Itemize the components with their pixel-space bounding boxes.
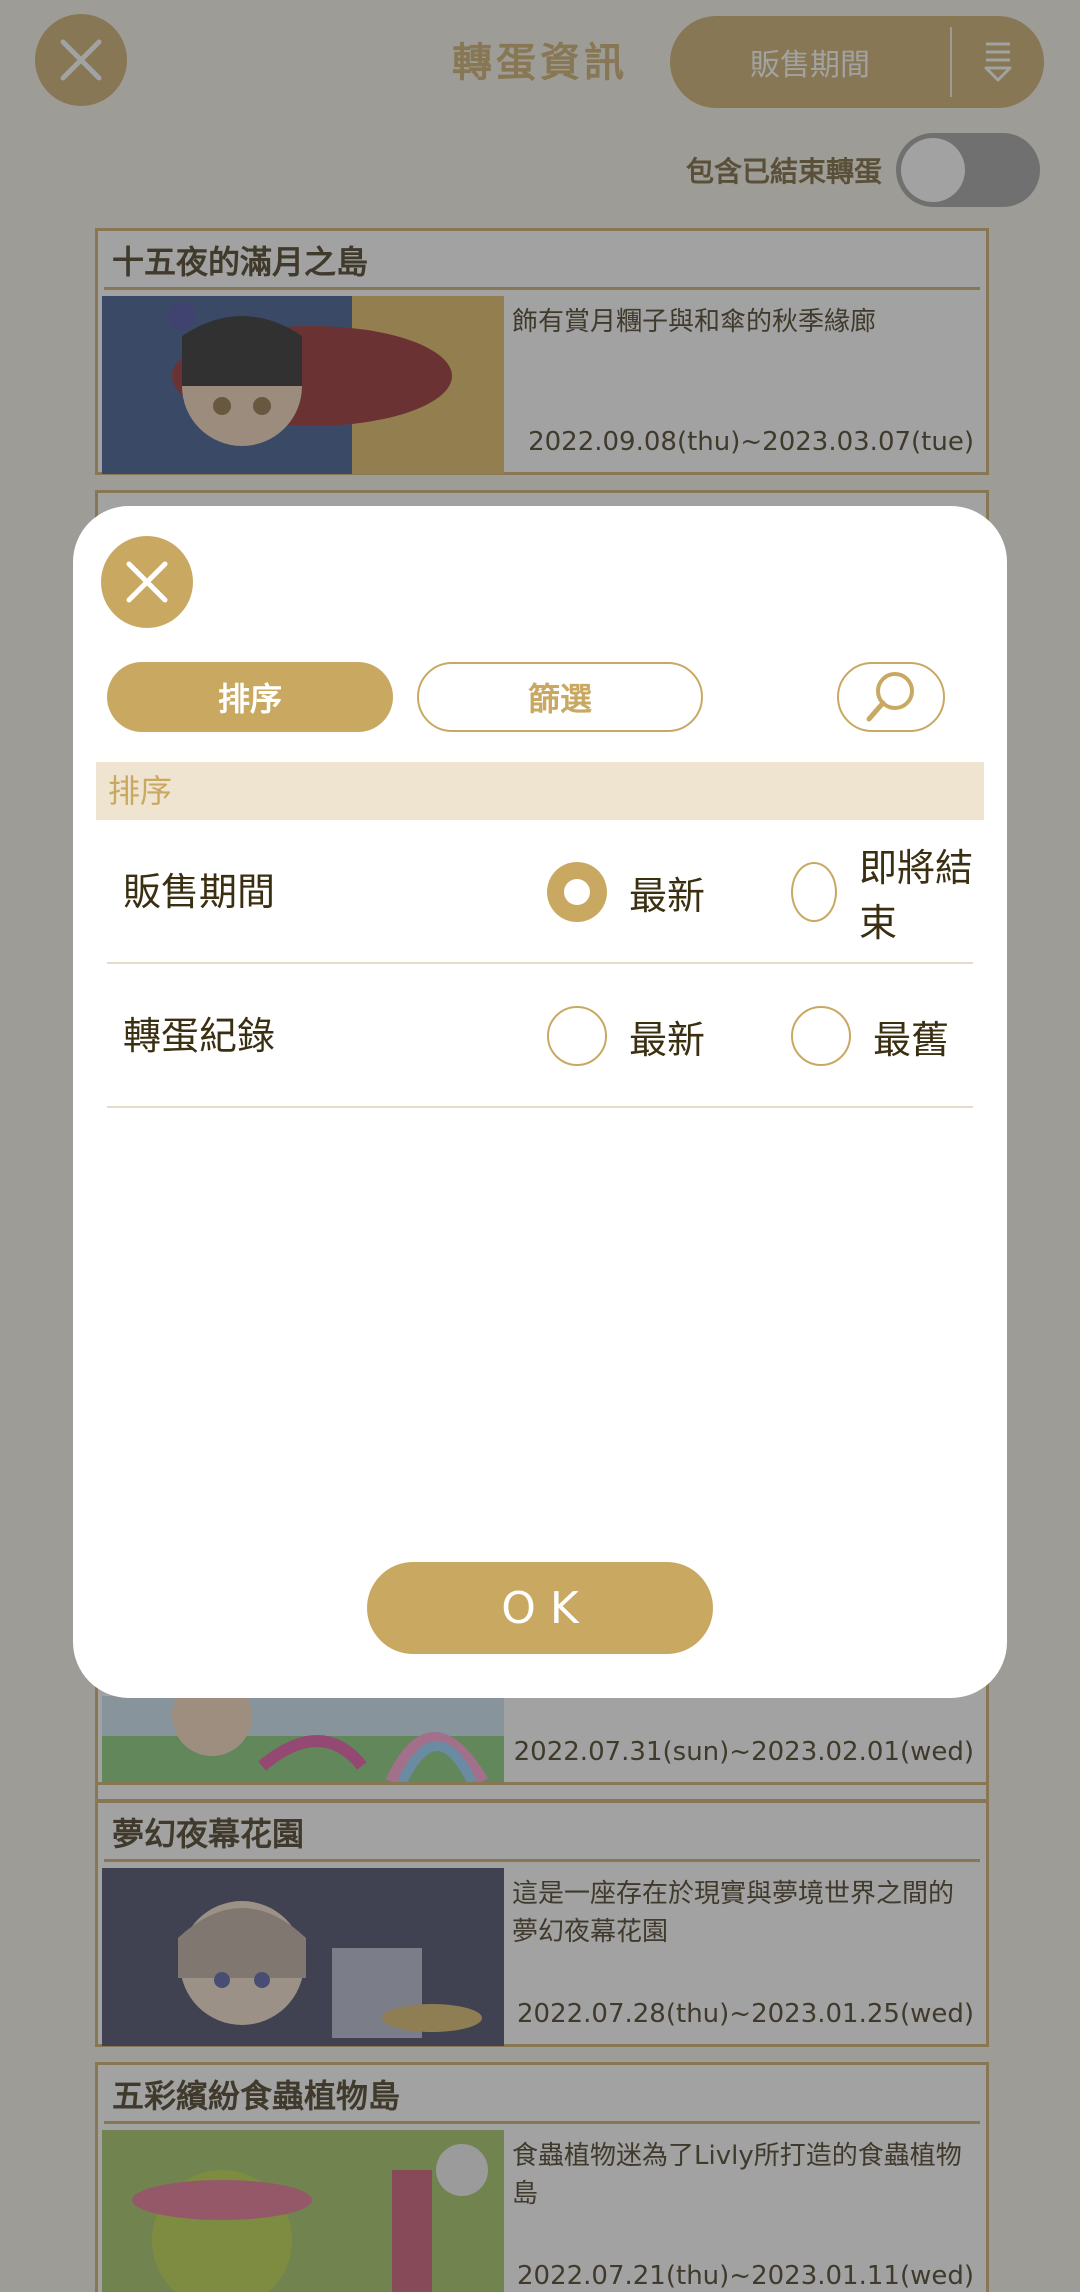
close-icon: [126, 561, 168, 603]
option-oldest[interactable]: 最舊: [791, 1006, 949, 1066]
radio-button[interactable]: [547, 1006, 607, 1066]
radio-button[interactable]: [791, 1006, 851, 1066]
option-label: 最新: [629, 873, 706, 918]
option-label: 最舊: [873, 1017, 950, 1062]
ok-button[interactable]: OK: [367, 1562, 713, 1654]
sort-filter-dialog: 排序 篩選 排序 販售期間 最新 即將結束 轉蛋紀錄 最新 最舊 OK: [73, 506, 1007, 1698]
search-icon: [866, 672, 914, 722]
sort-row-sale-period: 販售期間 最新 即將結束: [107, 820, 973, 964]
option-newest[interactable]: 最新: [547, 1006, 705, 1066]
sort-row-gacha-record: 轉蛋紀錄 最新 最舊: [107, 964, 973, 1108]
tab-sort[interactable]: 排序: [107, 662, 393, 732]
radio-button[interactable]: [791, 862, 837, 922]
option-label: 即將結束: [859, 846, 974, 945]
radio-button-selected[interactable]: [547, 862, 607, 922]
option-ending-soon[interactable]: 即將結束: [791, 846, 973, 945]
row-label: 販售期間: [123, 870, 276, 914]
search-button[interactable]: [837, 662, 945, 732]
row-label: 轉蛋紀錄: [123, 1014, 276, 1058]
option-newest[interactable]: 最新: [547, 862, 705, 922]
tab-filter[interactable]: 篩選: [417, 662, 703, 732]
option-label: 最新: [629, 1017, 706, 1062]
dialog-close-button[interactable]: [101, 536, 193, 628]
section-header: 排序: [96, 762, 984, 820]
